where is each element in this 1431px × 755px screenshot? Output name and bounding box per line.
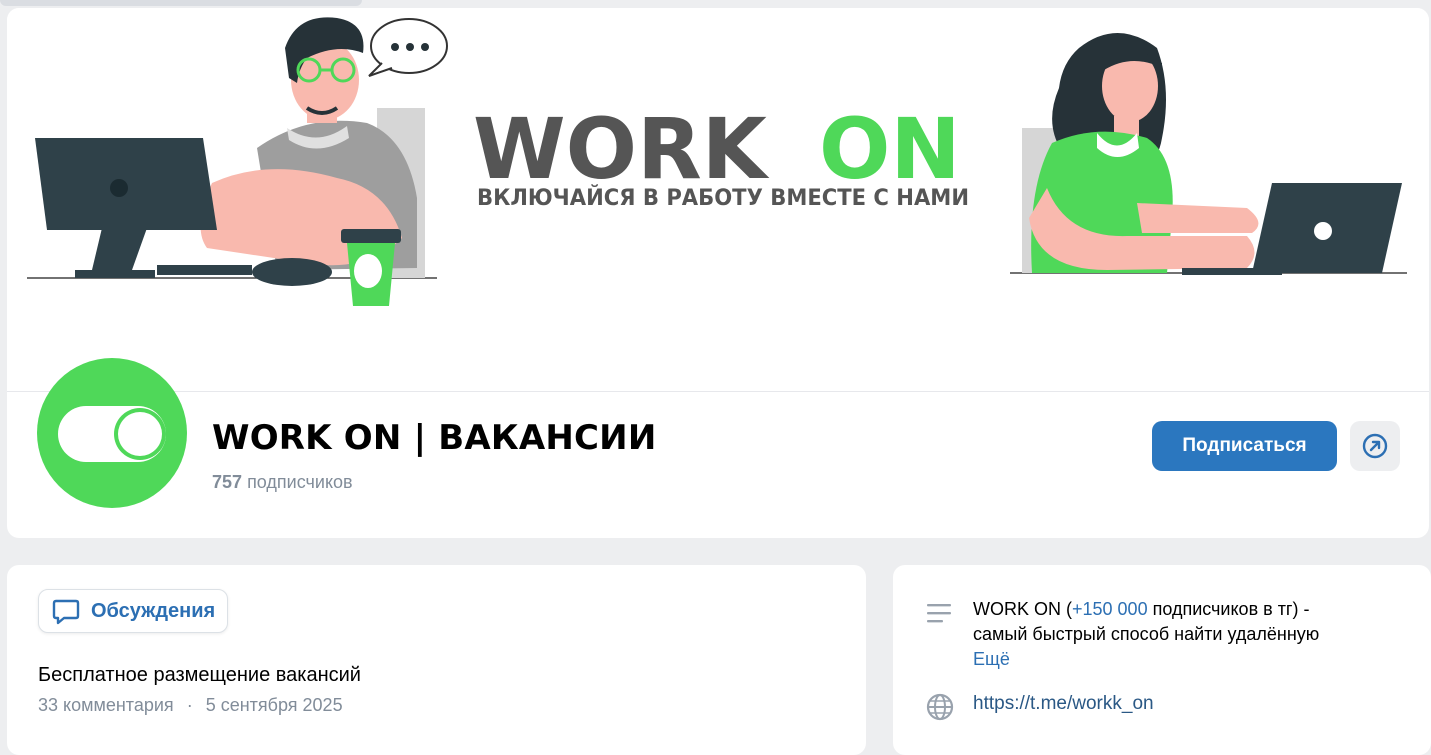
svg-text:WORK: WORK: [473, 100, 770, 198]
desc-part-1: WORK ON (: [973, 599, 1072, 619]
topic-comments: 33 комментария: [38, 695, 174, 715]
subscribe-button[interactable]: Подписаться: [1152, 421, 1337, 471]
svg-text:ON: ON: [819, 100, 961, 198]
desc-part-2: подписчиков в тг) -: [1147, 599, 1310, 619]
globe-icon: [926, 693, 954, 721]
desc-highlight: +150 000: [1072, 599, 1148, 619]
cover-divider: [7, 391, 1429, 392]
arrow-up-right-circle-icon: [1362, 433, 1388, 459]
group-link[interactable]: https://t.me/workk_on: [973, 693, 1154, 715]
show-more-link[interactable]: Ещё: [973, 649, 1010, 669]
desc-line-2: самый быстрый способ найти удалённую: [973, 624, 1320, 644]
about-card: WORK ON (+150 000 подписчиков в тг) - са…: [893, 565, 1431, 755]
topic-meta: 33 комментария · 5 сентября 2025: [38, 695, 343, 716]
topic-title[interactable]: Бесплатное размещение вакансий: [38, 664, 361, 687]
cover-image: WORK ON ВКЛЮЧАЙСЯ В РАБОТУ ВМЕСТЕ С НАМИ: [7, 8, 1429, 392]
meta-separator: ·: [186, 695, 193, 715]
discussions-label: Обсуждения: [91, 599, 216, 622]
cover-illustration: WORK ON ВКЛЮЧАЙСЯ В РАБОТУ ВМЕСТЕ С НАМИ: [27, 17, 1407, 306]
avatar[interactable]: [37, 358, 187, 508]
discussions-button[interactable]: Обсуждения: [38, 589, 229, 633]
subscribers-count[interactable]: 757 подписчиков: [212, 472, 353, 493]
text-lines-icon: [927, 604, 951, 623]
toggle-switch-icon: [58, 406, 166, 462]
subscribers-number: 757: [212, 472, 243, 492]
group-header-card: WORK ON ВКЛЮЧАЙСЯ В РАБОТУ ВМЕСТЕ С НАМИ…: [7, 8, 1429, 538]
group-description: WORK ON (+150 000 подписчиков в тг) - са…: [973, 597, 1393, 672]
top-tab-edge: [0, 0, 362, 6]
group-name: WORK ON | ВАКАНСИИ: [212, 418, 657, 458]
comment-icon: [52, 599, 80, 625]
topic-date: 5 сентября 2025: [205, 695, 343, 715]
share-button[interactable]: [1350, 421, 1400, 471]
svg-text:ВКЛЮЧАЙСЯ В РАБОТУ ВМЕСТЕ С НА: ВКЛЮЧАЙСЯ В РАБОТУ ВМЕСТЕ С НАМИ: [477, 185, 969, 211]
subscribers-label: подписчиков: [247, 472, 353, 492]
discussions-card: Обсуждения Бесплатное размещение ваканси…: [7, 565, 866, 755]
